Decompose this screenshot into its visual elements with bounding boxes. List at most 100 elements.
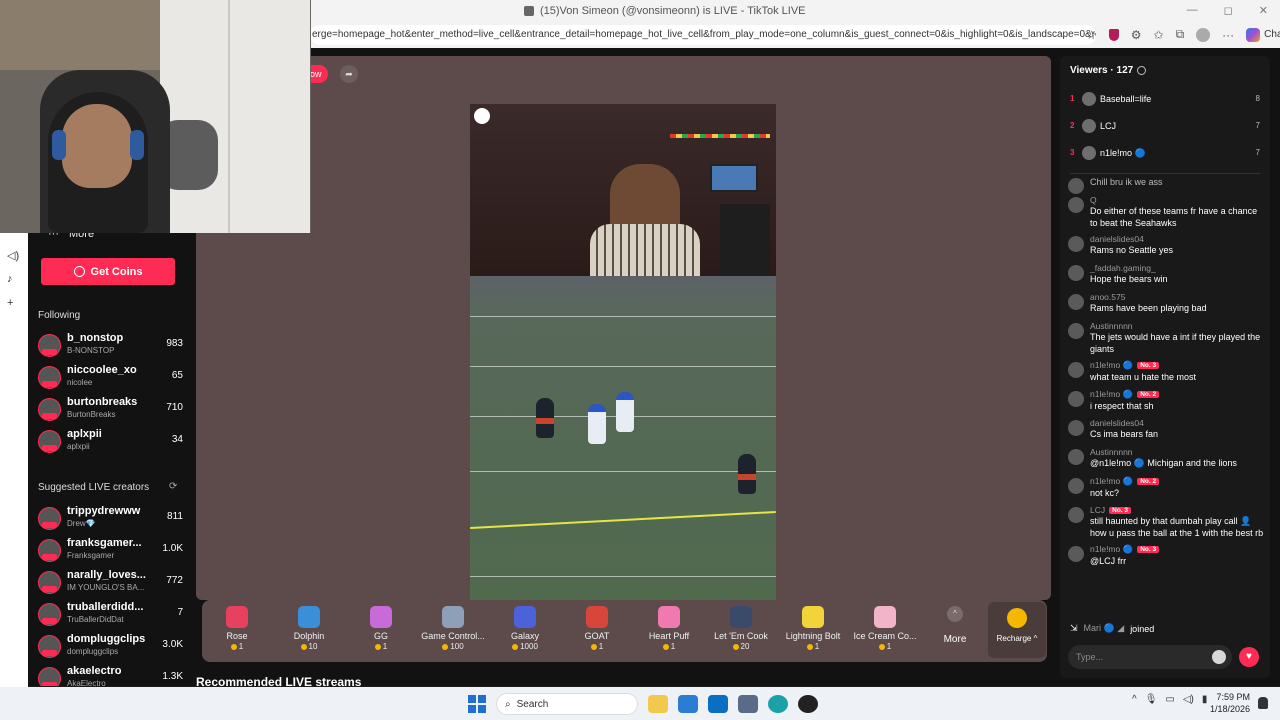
suggested-item[interactable]: franksgamer... Franksgamer 1.0K (38, 537, 183, 565)
chat-username[interactable]: danielslides04 (1090, 234, 1144, 244)
suggested-item[interactable]: dompluggclips dompluggclips 3.0K (38, 633, 183, 661)
gift-more-button[interactable]: ^ More (940, 606, 970, 645)
top-viewer-row[interactable]: 1 Baseball=life 8 (1070, 91, 1260, 109)
gift-price-value: 1 (598, 642, 604, 651)
avatar[interactable] (1068, 362, 1084, 378)
outlook-icon[interactable] (708, 695, 728, 713)
suggested-item[interactable]: truballerdidd... TruBallerDidDat 7 (38, 601, 183, 629)
info-icon[interactable] (1137, 66, 1147, 75)
favorites-icon[interactable]: ✩ (1154, 28, 1164, 42)
extensions-icon[interactable]: ⚙ (1131, 28, 1142, 42)
top-viewer-row[interactable]: 2 LCJ 7 (1070, 118, 1260, 136)
emoji-icon[interactable] (1212, 650, 1226, 664)
avatar[interactable] (1068, 449, 1084, 465)
chat-username[interactable]: Q (1090, 195, 1097, 205)
share-icon[interactable]: ➦ (340, 65, 358, 83)
tray-chevron-icon[interactable]: ^ (1132, 694, 1137, 705)
chat-username[interactable]: _faddah.gaming_ (1090, 263, 1156, 273)
network-icon[interactable]: ▭ (1165, 694, 1174, 705)
chat-username[interactable]: danielslides04 (1090, 418, 1144, 428)
gift-item[interactable]: Lightning Bolt 1 (778, 606, 848, 651)
gift-bar: Rose 1 Dolphin 10 GG 1 Game Control... 100 Galax… (202, 600, 1047, 662)
windows-start-icon[interactable] (468, 695, 486, 713)
chat-username[interactable]: n1le!mo 🔵 (1090, 544, 1133, 555)
avatar[interactable] (1068, 236, 1084, 252)
chat-username-row: n1le!mo 🔵 No. 3 (1090, 360, 1266, 371)
chat-username[interactable]: n1le!mo 🔵 (1090, 360, 1133, 371)
gift-item[interactable]: Dolphin 10 (274, 606, 344, 651)
avatar[interactable] (1068, 265, 1084, 281)
app-icon-2[interactable] (798, 695, 818, 713)
avatar[interactable] (1068, 178, 1084, 194)
chat-username[interactable]: anoo.575 (1090, 292, 1125, 302)
viewers-heading[interactable]: Viewers · 127 (1070, 65, 1147, 76)
tiktok-icon[interactable]: ♪ (7, 273, 13, 285)
avatar[interactable] (1068, 323, 1084, 339)
gift-item[interactable]: Rose 1 (202, 606, 272, 651)
add-icon[interactable]: + (7, 297, 13, 309)
recharge-label: Recharge ^ (996, 634, 1038, 643)
following-item[interactable]: aplxpii aplxpii 34 (38, 428, 183, 456)
tab-title[interactable]: (15)Von Simeon (@vonsimeonn) is LIVE - T… (524, 5, 806, 17)
top-viewer-row[interactable]: 3 n1le!mo 🔵 7 (1070, 145, 1260, 163)
taskbar-search[interactable]: ⌕ Search (496, 693, 638, 715)
avatar[interactable] (1068, 294, 1084, 310)
close-button[interactable]: ✕ (1259, 4, 1268, 17)
avatar[interactable] (1068, 391, 1084, 407)
following-item[interactable]: niccoolee_xo nicolee 65 (38, 364, 183, 392)
avatar[interactable] (1068, 197, 1084, 213)
gift-item[interactable]: Heart Puff 1 (634, 606, 704, 651)
app-icon[interactable] (738, 695, 758, 713)
chat-messages: Chill bru ik we ass Q Do either of these t… (1066, 176, 1266, 573)
url-field[interactable]: erge=homepage_hot&enter_method=live_cell… (310, 25, 1096, 45)
chat-input[interactable]: Type... (1068, 645, 1232, 669)
gift-item[interactable]: GG 1 (346, 606, 416, 651)
browser-menu-icon[interactable]: ··· (1222, 28, 1234, 42)
chat-username[interactable]: Austinnnnn (1090, 447, 1133, 457)
gift-item[interactable]: Let 'Em Cook 20 (706, 606, 776, 651)
gift-name: Galaxy (510, 631, 539, 641)
collections-icon[interactable]: ⧉ (1176, 27, 1185, 42)
chat-username[interactable]: LCJ (1090, 505, 1105, 515)
get-coins-button[interactable]: Get Coins (41, 258, 175, 285)
favorite-star-icon[interactable]: ☆ (1086, 28, 1097, 42)
avatar[interactable] (1068, 507, 1084, 523)
battery-icon[interactable]: ▮ (1202, 694, 1208, 705)
account-name: akaelectro (67, 665, 122, 677)
following-item[interactable]: b_nonstop B-NONSTOP 983 (38, 332, 183, 360)
following-item[interactable]: burtonbreaks BurtonBreaks 710 (38, 396, 183, 424)
extension-shield-icon[interactable] (1108, 28, 1119, 41)
edge-icon[interactable] (768, 695, 788, 713)
avatar[interactable] (1068, 546, 1084, 562)
suggested-item[interactable]: trippydrewww Drew💎 811 (38, 505, 183, 533)
avatar[interactable] (1068, 420, 1084, 436)
avatar[interactable] (1068, 478, 1084, 494)
gift-item[interactable]: Game Control... 100 (418, 606, 488, 651)
maximize-button[interactable]: ◻ (1224, 4, 1233, 17)
file-explorer-icon[interactable] (648, 695, 668, 713)
store-icon[interactable] (678, 695, 698, 713)
gift-item[interactable]: Galaxy 1000 (490, 606, 560, 651)
speaker-icon[interactable]: ◁) (7, 249, 19, 262)
minimize-button[interactable]: — (1187, 4, 1198, 17)
chat-username[interactable]: Austinnnnn (1090, 321, 1133, 331)
live-video[interactable] (470, 104, 776, 648)
taskbar-clock[interactable]: 7:59 PM 1/18/2026 (1210, 691, 1250, 715)
account-name: aplxpii (67, 428, 102, 440)
suggested-item[interactable]: akaelectro AkaElectro 1.3K (38, 665, 183, 686)
recharge-button[interactable]: Recharge ^ (988, 602, 1046, 658)
refresh-icon[interactable]: ⟳ (169, 481, 177, 492)
profile-avatar-icon[interactable] (1196, 27, 1211, 42)
volume-icon[interactable]: ◁) (1183, 694, 1194, 705)
copilot-chat-button[interactable]: Chat (1246, 27, 1280, 42)
notification-icon[interactable] (1258, 697, 1268, 709)
viewer-count: 772 (166, 575, 183, 586)
gift-item[interactable]: GOAT 1 (562, 606, 632, 651)
heart-icon[interactable]: ♥ (1239, 647, 1259, 667)
suggested-item[interactable]: narally_loves... IM YOUNGLO'S BA... 772 (38, 569, 183, 597)
join-name[interactable]: Mari 🔵 ◢ (1084, 623, 1125, 634)
gift-item[interactable]: Ice Cream Co... 1 (850, 606, 920, 651)
mic-icon[interactable]: 🎙 (1145, 694, 1158, 705)
chat-username[interactable]: n1le!mo 🔵 (1090, 476, 1133, 487)
chat-username[interactable]: n1le!mo 🔵 (1090, 389, 1133, 400)
